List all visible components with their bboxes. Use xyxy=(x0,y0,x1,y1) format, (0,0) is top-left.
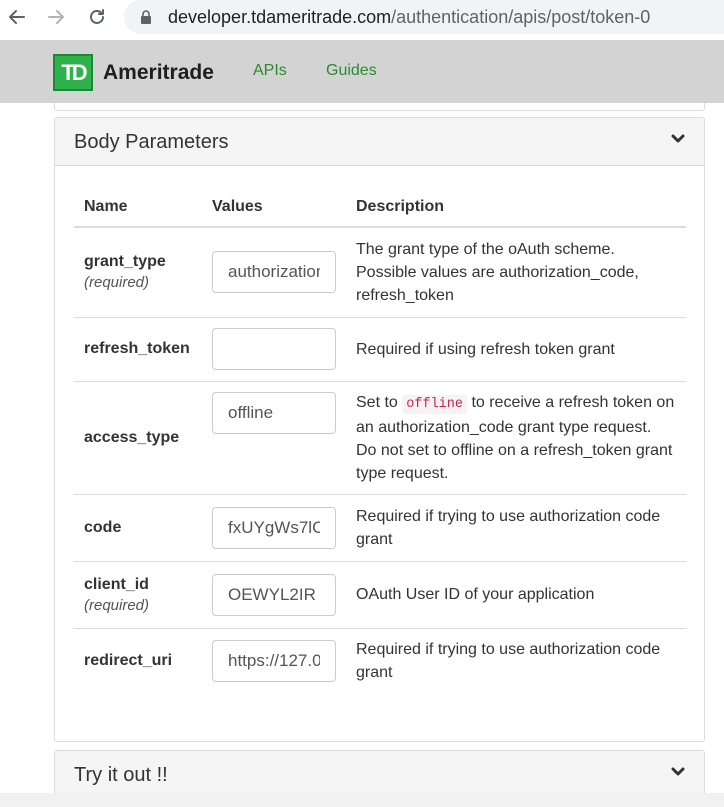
body-parameters-panel: Body Parameters Name Values Description … xyxy=(54,117,705,742)
param-value-cell xyxy=(202,317,346,382)
lock-icon xyxy=(141,10,151,24)
param-name-cell: redirect_uri xyxy=(74,628,202,694)
address-bar[interactable]: developer.tdameritrade.com/authenticatio… xyxy=(124,0,724,34)
td-ameritrade-logo[interactable]: TD Ameritrade xyxy=(53,54,214,91)
table-row: access_type Set to offline to receive a … xyxy=(74,381,686,495)
chevron-down-icon[interactable] xyxy=(671,134,685,144)
param-name-cell: client_id (required) xyxy=(74,561,202,629)
previous-panel-edge xyxy=(54,103,705,111)
chevron-down-icon[interactable] xyxy=(671,767,685,777)
param-description: Set to offline to receive a refresh toke… xyxy=(346,381,686,495)
param-name-cell: refresh_token xyxy=(74,317,202,382)
url-path: /authentication/apis/post/token-0 xyxy=(391,7,651,27)
param-name: code xyxy=(84,518,122,536)
column-header-description: Description xyxy=(346,186,686,228)
back-button[interactable] xyxy=(4,4,30,30)
redirect-uri-input[interactable] xyxy=(212,640,336,683)
bottom-strip xyxy=(0,793,724,807)
panel-title: Try it out !! xyxy=(74,764,168,786)
param-name-cell: access_type xyxy=(74,381,202,495)
param-name: grant_type xyxy=(84,253,166,271)
forward-button[interactable] xyxy=(43,4,69,30)
grant-type-input[interactable] xyxy=(212,251,336,294)
arrow-right-icon xyxy=(48,10,64,24)
nav-link-guides[interactable]: Guides xyxy=(326,62,377,80)
table-row: refresh_token Required if using refresh … xyxy=(74,317,686,382)
param-description: OAuth User ID of your application xyxy=(346,561,686,629)
code-offline: offline xyxy=(402,394,467,414)
param-name: refresh_token xyxy=(84,340,190,357)
logo-wordmark: Ameritrade xyxy=(103,60,214,84)
param-description: The grant type of the oAuth scheme. Poss… xyxy=(346,227,686,318)
param-value-cell xyxy=(202,381,346,495)
column-header-name: Name xyxy=(74,186,202,228)
param-required: (required) xyxy=(84,596,150,614)
param-value-cell xyxy=(202,227,346,318)
client-id-input[interactable] xyxy=(212,573,336,616)
param-value-cell xyxy=(202,494,346,562)
description-text: Set to xyxy=(356,393,398,411)
browser-toolbar: developer.tdameritrade.com/authenticatio… xyxy=(0,0,724,36)
logo-mark: TD xyxy=(53,54,93,91)
refresh-token-input[interactable] xyxy=(212,328,336,370)
panel-title: Body Parameters xyxy=(74,131,229,153)
table-row: redirect_uri Required if trying to use a… xyxy=(74,628,686,694)
body-parameters-table: Name Values Description grant_type (requ… xyxy=(74,186,686,694)
body-parameters-heading[interactable]: Body Parameters xyxy=(55,118,704,166)
param-value-cell xyxy=(202,628,346,694)
param-name-cell: grant_type (required) xyxy=(74,227,202,318)
param-description: Required if trying to use authorization … xyxy=(356,641,661,682)
table-header-row: Name Values Description xyxy=(74,186,686,228)
column-header-values: Values xyxy=(202,186,346,228)
site-header: TD Ameritrade APIs Guides xyxy=(0,40,724,103)
table-row: client_id (required) OAuth User ID of yo… xyxy=(74,561,686,629)
param-description: Required if trying to use authorization … xyxy=(346,494,686,562)
arrow-left-icon xyxy=(9,10,25,24)
table-row: grant_type (required) The grant type of … xyxy=(74,227,686,318)
param-name: access_type xyxy=(84,428,180,446)
nav-link-apis[interactable]: APIs xyxy=(253,62,287,80)
param-required: (required) xyxy=(84,274,150,292)
url-host: developer.tdameritrade.com xyxy=(168,7,392,27)
param-name-cell: code xyxy=(74,494,202,562)
code-input[interactable] xyxy=(212,506,336,549)
reload-icon xyxy=(90,9,104,24)
param-name: redirect_uri xyxy=(84,652,173,670)
param-name: client_id xyxy=(84,575,149,593)
try-it-out-heading[interactable]: Try it out !! xyxy=(55,751,704,799)
param-description: Required if using refresh token grant xyxy=(346,317,686,382)
reload-button[interactable] xyxy=(84,4,110,30)
table-row: code Required if trying to use authoriza… xyxy=(74,494,686,562)
param-value-cell xyxy=(202,561,346,629)
url-text: developer.tdameritrade.com/authenticatio… xyxy=(168,6,650,28)
access-type-input[interactable] xyxy=(212,391,336,434)
